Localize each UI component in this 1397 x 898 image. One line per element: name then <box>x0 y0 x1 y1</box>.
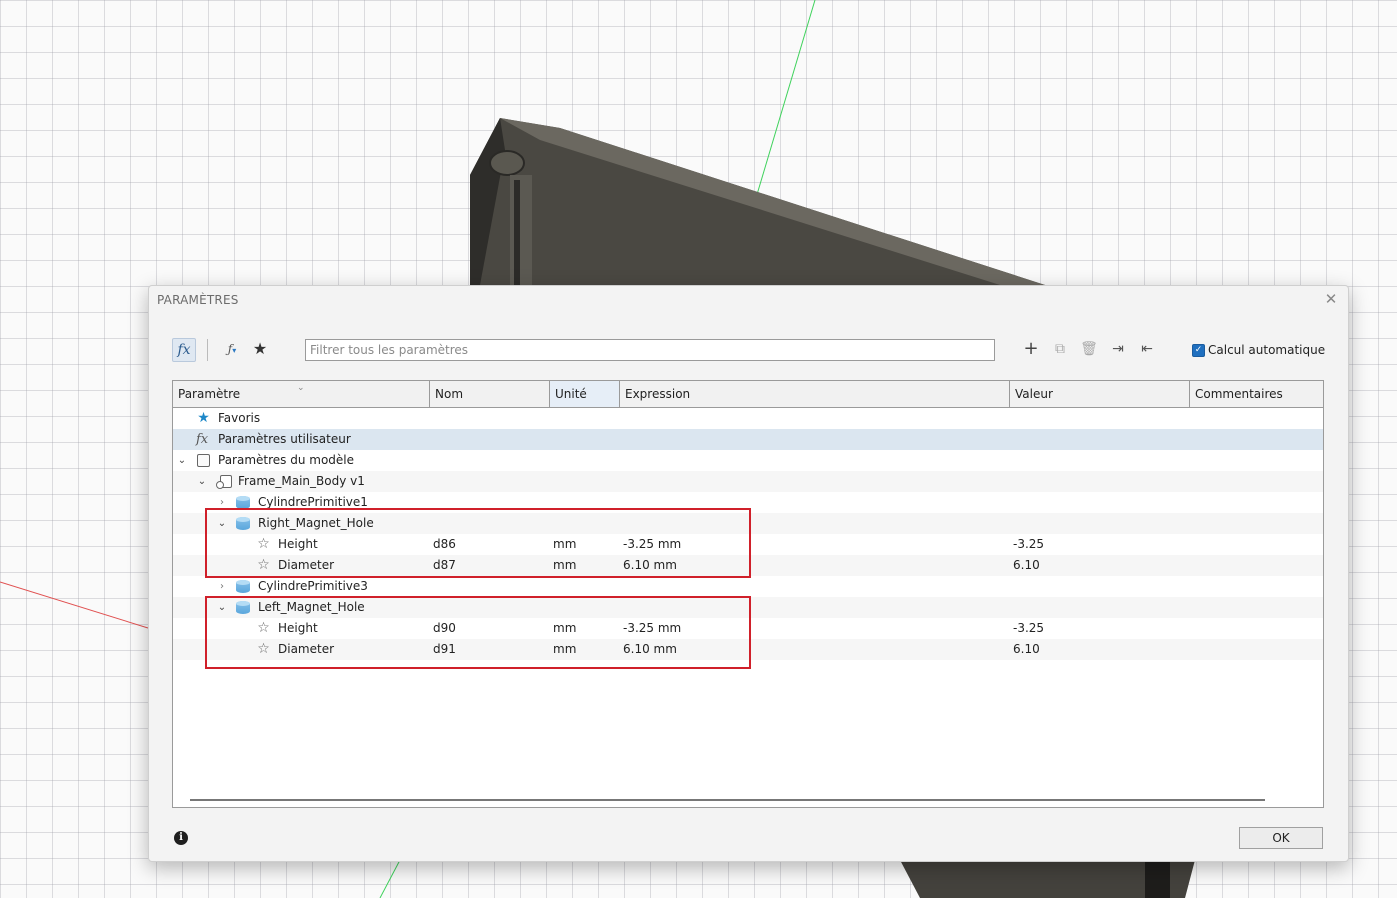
tree-row-feature3[interactable]: › CylindrePrimitive3 <box>173 576 1323 597</box>
horizontal-scrollbar[interactable] <box>190 799 1265 801</box>
ok-button[interactable]: OK <box>1239 827 1323 849</box>
param-value: 6.10 <box>1013 642 1040 656</box>
star-icon[interactable]: ★ <box>249 338 271 360</box>
tree-label: Paramètres utilisateur <box>218 432 351 446</box>
close-icon[interactable]: ✕ <box>1322 290 1340 308</box>
dialog-title: PARAMÈTRES <box>157 293 239 307</box>
auto-calc-label: Calcul automatique <box>1208 343 1326 357</box>
chevron-down-icon[interactable]: ⌄ <box>196 471 208 492</box>
fx-icon: fx <box>196 432 209 447</box>
model-icon <box>197 454 210 467</box>
info-icon[interactable]: i <box>174 831 188 845</box>
tree-label: Frame_Main_Body v1 <box>238 474 365 488</box>
favorite-star-icon: ★ <box>197 410 210 426</box>
param-value: -3.25 <box>1013 621 1045 635</box>
col-expression[interactable]: Expression <box>620 381 1010 407</box>
add-icon[interactable]: + <box>1020 338 1042 360</box>
table-header: Paramètre ⌄ Nom Unité Expression Valeur … <box>173 381 1323 408</box>
parameters-table: Paramètre ⌄ Nom Unité Expression Valeur … <box>172 380 1324 808</box>
chevron-down-icon[interactable]: ⌄ <box>176 450 188 471</box>
tree-label: CylindrePrimitive3 <box>258 579 368 593</box>
param-value: -3.25 <box>1013 537 1045 551</box>
col-parametre[interactable]: Paramètre ⌄ <box>173 381 430 407</box>
component-icon <box>216 475 232 489</box>
tree-row-user-params[interactable]: fx Paramètres utilisateur <box>173 429 1323 450</box>
tree-row-model-params[interactable]: ⌄ Paramètres du modèle <box>173 450 1323 471</box>
auto-calc-checkbox[interactable]: ✓ <box>1192 343 1205 357</box>
parameters-dialog: PARAMÈTRES ✕ fx ƒ▾ ★ + ⧉ 🗑 ⇥ ⇤ ✓ Calcul … <box>148 285 1349 862</box>
copy-icon[interactable]: ⧉ <box>1049 338 1071 360</box>
chevron-right-icon[interactable]: › <box>216 576 228 597</box>
fx-icon[interactable]: fx <box>172 338 196 362</box>
delete-icon[interactable]: 🗑 <box>1078 338 1100 360</box>
tree-label: Favoris <box>218 411 261 425</box>
toolbar-separator <box>207 339 208 361</box>
cylinder-icon <box>236 580 250 593</box>
filter-input[interactable] <box>305 339 995 361</box>
tree-row-favoris[interactable]: ★ Favoris <box>173 408 1323 429</box>
auto-calc-option[interactable]: ✓ Calcul automatique <box>1192 343 1325 357</box>
tree-row-component[interactable]: ⌄ Frame_Main_Body v1 <box>173 471 1323 492</box>
highlight-box-left <box>205 596 751 669</box>
export-icon[interactable]: ⇤ <box>1136 338 1158 360</box>
param-value: 6.10 <box>1013 558 1040 572</box>
col-commentaires[interactable]: Commentaires <box>1190 381 1323 407</box>
col-unite[interactable]: Unité <box>550 381 620 407</box>
sort-icon: ⌄ <box>297 383 305 393</box>
tree-label: Paramètres du modèle <box>218 453 355 467</box>
col-valeur[interactable]: Valeur <box>1010 381 1190 407</box>
highlight-box-right <box>205 508 751 578</box>
import-icon[interactable]: ⇥ <box>1107 338 1129 360</box>
col-nom[interactable]: Nom <box>430 381 550 407</box>
fx-filter-icon[interactable]: ƒ▾ <box>221 338 243 360</box>
